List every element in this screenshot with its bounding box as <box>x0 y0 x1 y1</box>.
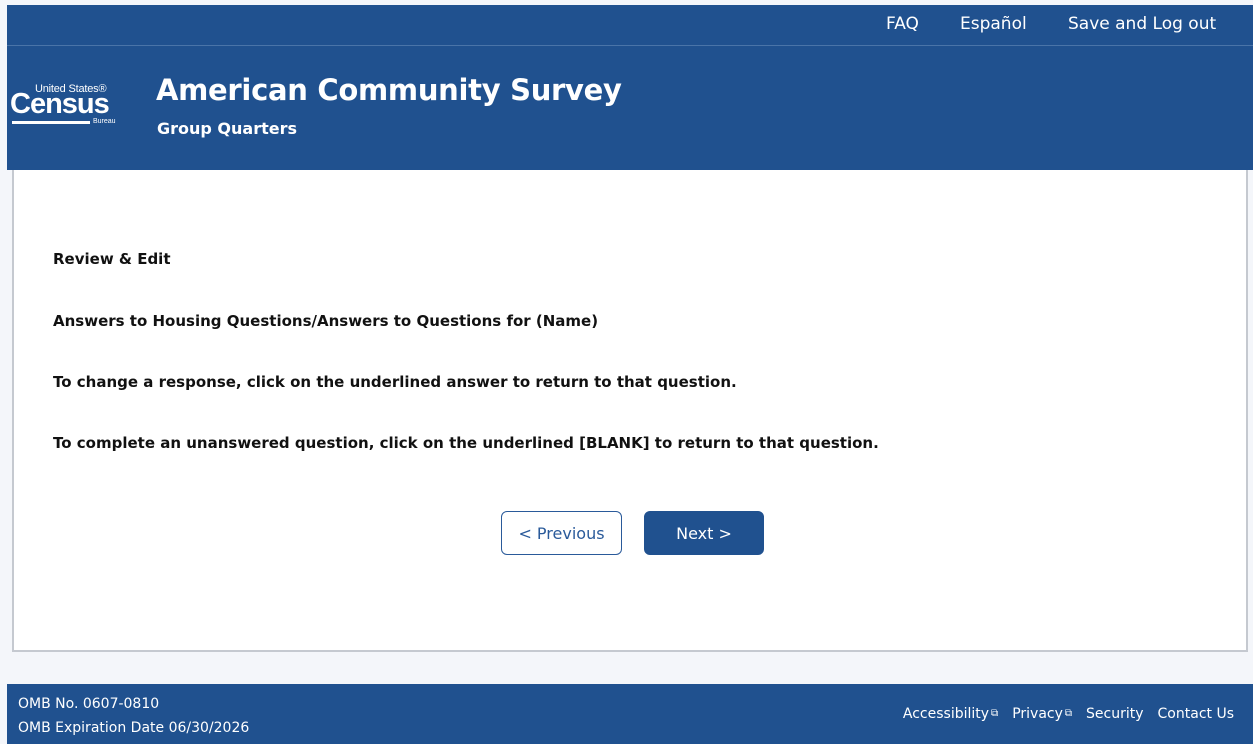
survey-subtitle: Group Quarters <box>157 119 298 138</box>
top-utility-bar: FAQ Español Save and Log out <box>7 5 1253 46</box>
external-link-icon: ⧉ <box>1064 708 1073 719</box>
previous-button[interactable]: < Previous <box>501 511 622 555</box>
change-response-instruction: To change a response, click on the under… <box>53 373 737 391</box>
answers-heading: Answers to Housing Questions/Answers to … <box>53 312 599 330</box>
privacy-link[interactable]: Privacy ⧉ <box>1012 706 1072 722</box>
complete-unanswered-instruction: To complete an unanswered question, clic… <box>53 434 879 452</box>
logo-bureau-text: Bureau <box>93 118 116 125</box>
page: FAQ Español Save and Log out United Stat… <box>0 0 1253 744</box>
contact-us-link[interactable]: Contact Us <box>1158 706 1234 722</box>
main-content-card: Review & Edit Answers to Housing Questio… <box>12 170 1248 652</box>
accessibility-link-label: Accessibility <box>902 706 990 722</box>
site-header: United States® Census Bureau American Co… <box>7 46 1253 170</box>
survey-title: American Community Survey <box>156 73 622 107</box>
save-and-logout-link[interactable]: Save and Log out <box>1068 14 1216 34</box>
faq-link[interactable]: FAQ <box>886 14 919 34</box>
omb-expiration-date: OMB Expiration Date 06/30/2026 <box>18 720 250 736</box>
privacy-link-label: Privacy <box>1012 706 1063 722</box>
omb-number: OMB No. 0607-0810 <box>18 696 160 712</box>
logo-census-text: Census <box>10 88 110 120</box>
page-heading: Review & Edit <box>53 250 171 268</box>
espanol-link[interactable]: Español <box>960 14 1027 34</box>
footer-links: Accessibility ⧉ Privacy ⧉ Security Contact… <box>903 706 1234 722</box>
logo-rule <box>12 121 90 124</box>
accessibility-link[interactable]: Accessibility ⧉ <box>903 706 998 722</box>
next-button[interactable]: Next > <box>644 511 764 555</box>
external-link-icon: ⧉ <box>991 708 999 719</box>
site-footer: OMB No. 0607-0810 OMB Expiration Date 06… <box>7 684 1253 744</box>
security-link[interactable]: Security <box>1086 706 1144 722</box>
census-logo: United States® Census Bureau <box>10 83 130 147</box>
